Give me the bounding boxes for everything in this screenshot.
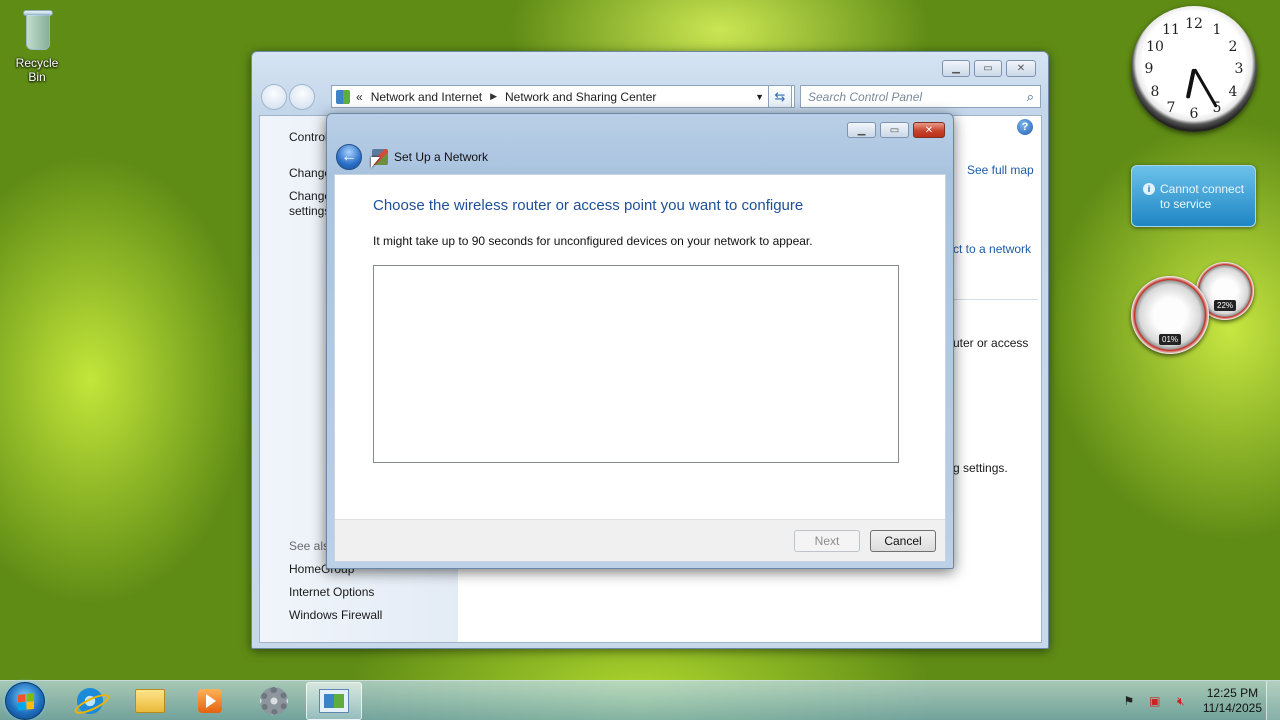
dialog-minimize-button[interactable]: ▁: [847, 122, 876, 138]
see-full-map-link[interactable]: See full map: [967, 163, 1034, 177]
windows-firewall-link[interactable]: Windows Firewall: [289, 608, 382, 622]
minimize-icon: ▁: [952, 63, 960, 74]
cpu-meter-dial: 01%: [1131, 276, 1209, 354]
info-icon: i: [1143, 183, 1155, 195]
control-panel-icon: [336, 89, 350, 104]
cpu-readout: 01%: [1158, 334, 1182, 345]
address-overflow[interactable]: «: [356, 90, 363, 104]
memory-readout: 22%: [1213, 300, 1237, 311]
maximize-button[interactable]: ▭: [974, 60, 1002, 77]
recycle-bin-label: Recycle Bin: [15, 56, 59, 84]
change-advanced-sharing-link-line2[interactable]: settings: [289, 204, 330, 218]
dialog-footer: Next Cancel: [335, 519, 945, 561]
refresh-icon: ⇆: [774, 89, 786, 104]
dialog-body: Choose the wireless router or access poi…: [334, 174, 946, 562]
forward-nav-button[interactable]: [289, 84, 315, 110]
dialog-close-button[interactable]: ✕: [913, 122, 945, 138]
taskbar-media-player[interactable]: [182, 682, 238, 720]
internet-options-link[interactable]: Internet Options: [289, 585, 374, 599]
clock-number: 3: [1234, 61, 1244, 77]
close-button[interactable]: ✕: [1006, 60, 1036, 77]
setup-router-text: uter or access: [953, 336, 1029, 350]
breadcrumb-network-internet[interactable]: Network and Internet: [371, 90, 482, 104]
taskbar-windows-explorer[interactable]: [122, 682, 178, 720]
weather-gadget[interactable]: i Cannot connect to service: [1131, 165, 1256, 227]
maximize-icon: ▭: [983, 63, 993, 74]
clock-number: 7: [1166, 100, 1176, 116]
volume-muted-icon[interactable]: 🔇︎: [1173, 693, 1189, 709]
tray-clock[interactable]: 12:25 PM 11/14/2025: [1203, 686, 1262, 716]
clock-number: 11: [1162, 22, 1180, 38]
dialog-title: Set Up a Network: [394, 150, 489, 164]
internet-explorer-icon: [77, 688, 103, 714]
clock-number: 8: [1150, 84, 1160, 100]
settings-gear-icon: [260, 687, 288, 715]
address-dropdown-icon[interactable]: ▼: [755, 92, 764, 102]
change-advanced-sharing-link[interactable]: Change: [289, 189, 331, 203]
action-center-flag-icon[interactable]: ⚑: [1121, 693, 1137, 709]
device-list[interactable]: [373, 265, 899, 463]
close-icon: ✕: [924, 124, 934, 136]
cancel-button[interactable]: Cancel: [870, 530, 936, 552]
show-desktop-button[interactable]: [1266, 681, 1280, 720]
taskbar-settings[interactable]: [246, 682, 302, 720]
control-panel-home-link[interactable]: Control: [289, 130, 328, 144]
windows-logo-icon: [18, 693, 34, 711]
recycle-bin-shortcut[interactable]: Recycle Bin: [6, 8, 68, 84]
connect-to-network-link[interactable]: ct to a network: [953, 242, 1031, 256]
system-tray: ⚑ ▣ 🔇︎ 12:25 PM 11/14/2025: [1121, 681, 1280, 720]
recycle-bin-icon: [20, 8, 54, 52]
back-arrow-icon: ←: [341, 148, 357, 165]
taskbar: ⚑ ▣ 🔇︎ 12:25 PM 11/14/2025: [0, 680, 1280, 720]
weather-message: Cannot connect to service: [1160, 182, 1245, 211]
dialog-heading: Choose the wireless router or access poi…: [373, 197, 804, 214]
dialog-back-button[interactable]: ←: [336, 144, 362, 170]
sharing-settings-text: g settings.: [953, 461, 1008, 475]
minimize-icon: ▁: [857, 124, 866, 136]
control-panel-icon: [319, 689, 349, 713]
search-input[interactable]: Search Control Panel ⌕: [800, 85, 1041, 108]
clock-number: 12: [1185, 16, 1203, 32]
change-adapter-settings-link[interactable]: Change: [289, 166, 331, 180]
close-icon: ✕: [1016, 63, 1026, 74]
address-bar[interactable]: « Network and Internet ▶ Network and Sha…: [331, 85, 795, 108]
tray-date: 11/14/2025: [1202, 701, 1262, 715]
search-icon[interactable]: ⌕: [1027, 89, 1034, 105]
back-nav-button[interactable]: [261, 84, 287, 110]
dialog-maximize-button[interactable]: ▭: [880, 122, 909, 138]
media-player-icon: [198, 689, 222, 713]
next-button[interactable]: Next: [794, 530, 860, 552]
taskbar-internet-explorer[interactable]: [62, 682, 118, 720]
search-placeholder: Search Control Panel: [808, 90, 923, 104]
clock-gadget[interactable]: 12 1 2 3 4 5 6 7 8 9 10 11: [1131, 6, 1257, 132]
breadcrumb-separator-icon[interactable]: ▶: [490, 91, 497, 102]
refresh-button[interactable]: ⇆: [768, 85, 792, 108]
taskbar-control-panel[interactable]: [306, 682, 362, 720]
network-disconnected-icon[interactable]: ▣: [1147, 693, 1163, 709]
clock-number: 4: [1228, 84, 1238, 100]
clock-number: 1: [1212, 22, 1222, 38]
clock-number: 10: [1146, 39, 1164, 55]
clock-minute-hand: [1192, 68, 1218, 108]
maximize-icon: ▭: [889, 124, 900, 136]
start-button[interactable]: [5, 682, 45, 720]
tray-time: 12:25 PM: [1206, 686, 1259, 700]
minimize-button[interactable]: ▁: [942, 60, 970, 77]
help-icon[interactable]: ?: [1017, 119, 1033, 135]
dialog-description: It might take up to 90 seconds for uncon…: [373, 234, 813, 248]
divider: [953, 299, 1038, 300]
mouse-cursor: [371, 157, 380, 168]
breadcrumb-network-sharing-center[interactable]: Network and Sharing Center: [505, 90, 656, 104]
clock-number: 6: [1189, 106, 1199, 122]
clock-number: 2: [1228, 39, 1238, 55]
windows-explorer-icon: [135, 689, 165, 713]
setup-network-dialog[interactable]: ▁ ▭ ✕ ← Set Up a Network Choose the wire…: [326, 113, 954, 569]
clock-number: 9: [1144, 61, 1154, 77]
